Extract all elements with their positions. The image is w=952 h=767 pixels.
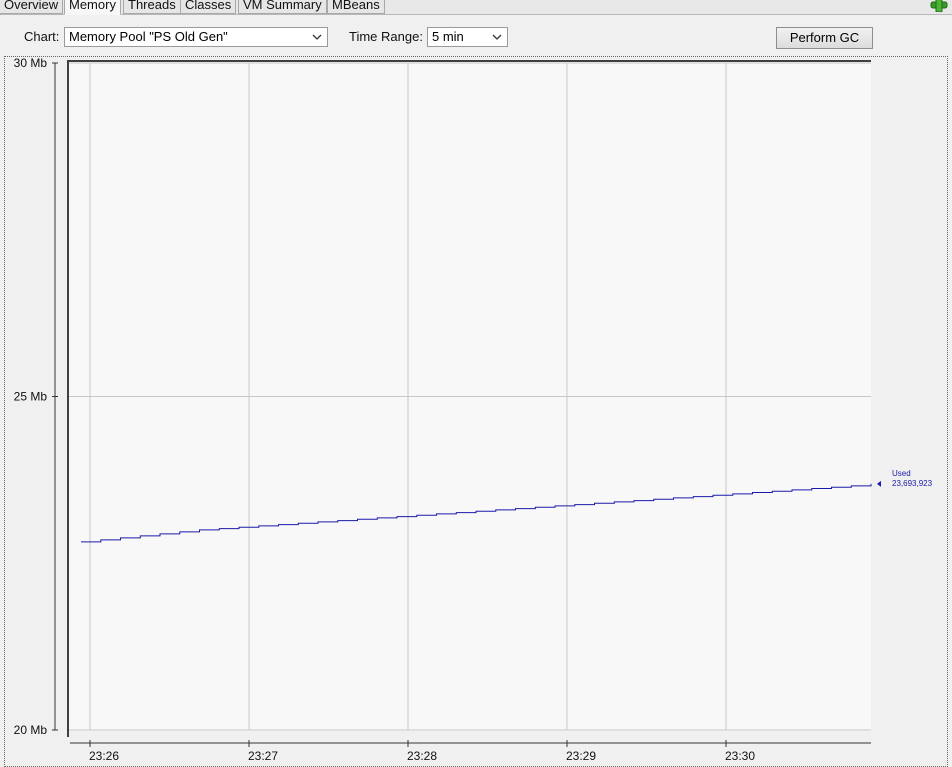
- tab-bar: Overview Memory Threads Classes VM Summa…: [0, 0, 952, 15]
- time-range-select[interactable]: 5 min: [427, 27, 508, 47]
- y-axis: 30 Mb 25 Mb 20 Mb: [14, 57, 58, 737]
- x-axis: 23:26 23:27 23:28 23:29 23:30: [70, 740, 871, 763]
- x-tick-label: 23:27: [248, 749, 278, 763]
- chart-select-value: Memory Pool "PS Old Gen": [69, 29, 228, 44]
- chart-select[interactable]: Memory Pool "PS Old Gen": [64, 27, 328, 47]
- memory-usage-chart: 30 Mb 25 Mb 20 Mb 23:26 23:27 23:28 23:29 23:3…: [14, 57, 933, 763]
- connection-plug-icon[interactable]: [928, 0, 950, 12]
- memory-plot-panel: 30 Mb 25 Mb 20 Mb 23:26 23:27 23:28 23:29 23:3…: [4, 56, 948, 767]
- y-tick-label: 25 Mb: [14, 390, 48, 404]
- tab-vm-summary[interactable]: VM Summary: [238, 0, 327, 14]
- legend-marker-used: [877, 480, 881, 487]
- chart-label: Chart:: [24, 29, 60, 44]
- time-range-value: 5 min: [432, 29, 464, 44]
- y-tick-label: 30 Mb: [14, 57, 48, 70]
- tab-memory[interactable]: Memory: [64, 0, 121, 15]
- x-tick-label: 23:29: [566, 749, 596, 763]
- perform-gc-button[interactable]: Perform GC: [776, 27, 873, 49]
- tab-overview[interactable]: Overview: [0, 0, 64, 14]
- x-tick-label: 23:28: [407, 749, 437, 763]
- chevron-down-icon: [492, 34, 502, 40]
- tab-threads[interactable]: Threads: [123, 0, 181, 14]
- tab-mbeans[interactable]: MBeans: [327, 0, 385, 14]
- x-tick-label: 23:30: [725, 749, 755, 763]
- chevron-down-icon: [312, 34, 322, 40]
- legend-label-used: Used: [892, 469, 911, 478]
- legend-value-used: 23,693,923: [892, 479, 933, 488]
- tab-classes[interactable]: Classes: [180, 0, 237, 14]
- x-tick-label: 23:26: [89, 749, 119, 763]
- time-range-label: Time Range:: [349, 29, 423, 44]
- y-tick-label: 20 Mb: [14, 723, 48, 737]
- chart-toolbar: Chart: Memory Pool "PS Old Gen" Time Ran…: [0, 15, 952, 55]
